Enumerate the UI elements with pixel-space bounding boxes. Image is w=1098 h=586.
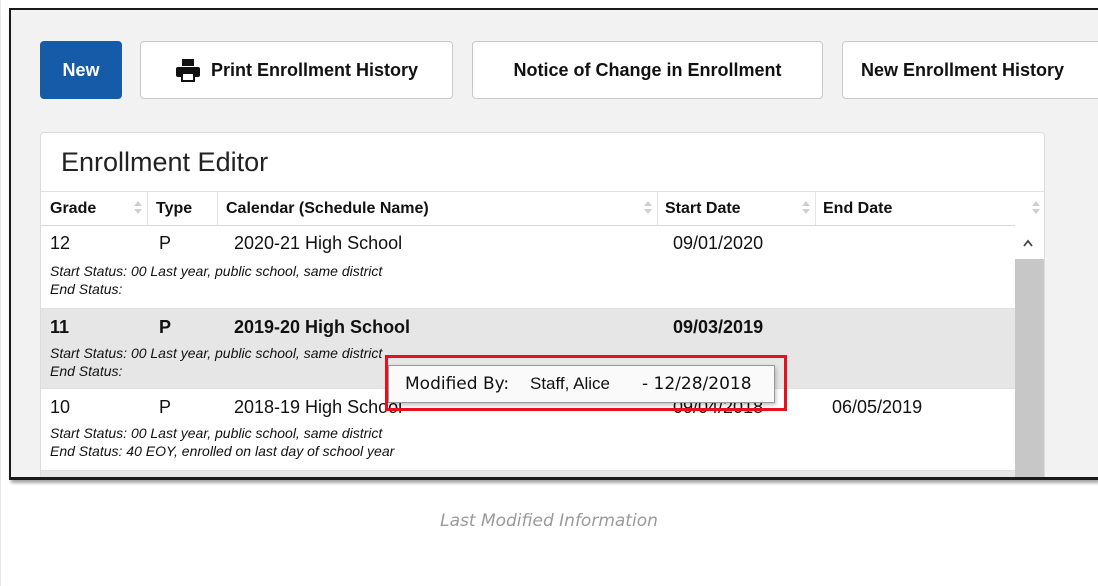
end-status: End Status: [50,281,122,297]
column-header-start-date[interactable]: Start Date [665,200,741,218]
sort-icon[interactable] [134,199,142,217]
column-header-end-date[interactable]: End Date [823,200,892,218]
grade-cell: 10 [50,397,71,417]
new-button[interactable]: New [40,41,122,99]
calendar-cell: 2020-21 High School [234,233,403,253]
scroll-up-icon[interactable] [1023,234,1033,247]
column-divider [657,192,658,225]
end-status: End Status: 40 EOY, enrolled on last day… [50,443,394,459]
table-row-partial[interactable] [41,471,1015,477]
grade-cell: 12 [50,233,71,253]
print-enrollment-history-label: Print Enrollment History [210,59,419,80]
grade-cell: 11 [50,317,70,337]
calendar-cell: 2019-20 High School [234,317,411,337]
column-header-grade[interactable]: Grade [50,200,96,218]
end-status-value: 40 EOY, enrolled on last day of school y… [126,443,395,459]
table-row[interactable]: 12 P 2020-21 High School 09/01/2020 Star… [41,225,1015,309]
start-status: Start Status: 00 Last year, public schoo… [50,263,382,279]
start-date-cell: 09/01/2020 [673,233,764,253]
type-cell: P [159,317,172,337]
start-status-value: 00 Last year, public school, same distri… [130,425,383,441]
page-border [0,0,1,586]
start-status: Start Status: 00 Last year, public schoo… [50,425,382,441]
callout-highlight [385,355,787,411]
notice-of-change-button[interactable]: Notice of Change in Enrollment [472,41,823,99]
sort-icon[interactable] [644,199,652,217]
end-status-label: End Status: [50,363,123,379]
scrollbar[interactable] [1015,225,1044,477]
start-date-cell: 09/03/2019 [673,317,764,337]
table-header: Grade Type Calendar (Schedule Name) Star… [41,191,1044,226]
column-divider [217,192,218,225]
figure-caption: Last Modified Information [440,511,658,531]
start-status-value: 00 Last year, public school, same distri… [130,345,383,361]
start-status-label: Start Status: [50,345,128,361]
column-divider [147,192,148,225]
column-header-type[interactable]: Type [156,200,192,218]
scrollbar-thumb[interactable] [1015,259,1044,477]
sort-icon[interactable] [802,199,810,217]
printer-icon [175,58,201,82]
type-cell: P [159,233,172,253]
end-status-label: End Status: [50,443,123,459]
start-status-value: 00 Last year, public school, same distri… [130,263,383,279]
end-status-label: End Status: [50,281,123,297]
enrollment-editor-panel: Enrollment Editor Grade Type Calendar (S… [40,132,1045,477]
column-header-calendar[interactable]: Calendar (Schedule Name) [226,200,429,218]
calendar-cell: 2018-19 High School [234,397,403,417]
column-divider [815,192,816,225]
start-status-label: Start Status: [50,263,128,279]
start-status: Start Status: 00 Last year, public schoo… [50,345,382,361]
screenshot-frame: New Print Enrollment History Notice of C… [9,8,1098,480]
sort-icon[interactable] [1032,199,1040,217]
print-enrollment-history-button[interactable]: Print Enrollment History [140,41,453,99]
end-date-cell: 06/05/2019 [832,397,923,417]
new-enrollment-history-button[interactable]: New Enrollment History [842,41,1098,99]
start-status-label: Start Status: [50,425,128,441]
panel-title: Enrollment Editor [61,147,269,177]
type-cell: P [159,397,172,417]
end-status: End Status: [50,363,122,379]
